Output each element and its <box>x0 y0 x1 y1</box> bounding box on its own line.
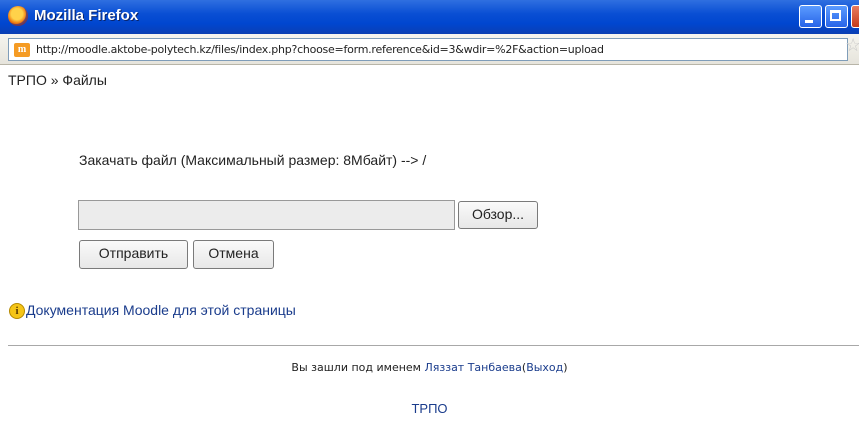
browse-button[interactable]: Обзор... <box>458 201 538 229</box>
logged-in-prefix: Вы зашли под именем <box>291 361 421 374</box>
address-bar: m http://moodle.aktobe-polytech.kz/files… <box>0 34 859 65</box>
upload-label: Закачать файл (Максимальный размер: 8Мба… <box>79 152 427 168</box>
file-path-input[interactable] <box>78 200 455 230</box>
url-field[interactable]: m http://moodle.aktobe-polytech.kz/files… <box>8 38 848 61</box>
logout-close-paren: ) <box>563 361 568 374</box>
footer-course-link[interactable]: ТРПО <box>0 401 859 416</box>
breadcrumb-course-link[interactable]: ТРПО <box>8 72 47 88</box>
breadcrumb-current: Файлы <box>62 72 107 88</box>
submit-button[interactable]: Отправить <box>79 240 188 269</box>
footer-divider <box>8 345 859 346</box>
breadcrumb-separator: » <box>50 72 59 88</box>
info-icon: i <box>9 303 25 319</box>
minimize-button[interactable] <box>799 5 822 28</box>
user-profile-link[interactable]: Ляззат Танбаева <box>424 361 521 374</box>
firefox-logo-icon <box>8 6 28 26</box>
login-info: Вы зашли под именем Ляззат Танбаева(Выхо… <box>0 361 859 374</box>
url-text: http://moodle.aktobe-polytech.kz/files/i… <box>36 43 604 56</box>
window-titlebar: Mozilla Firefox <box>0 0 859 34</box>
window-title: Mozilla Firefox <box>34 7 139 24</box>
breadcrumb: ТРПО » Файлы <box>8 72 107 88</box>
logout-link[interactable]: Выход <box>526 361 563 374</box>
site-favicon-icon: m <box>14 43 30 57</box>
bookmark-star-icon[interactable]: ☆ <box>845 35 859 56</box>
close-button[interactable] <box>851 5 859 28</box>
moodle-docs-link[interactable]: Документация Moodle для этой страницы <box>26 302 296 318</box>
cancel-button[interactable]: Отмена <box>193 240 274 269</box>
maximize-button[interactable] <box>825 5 848 28</box>
